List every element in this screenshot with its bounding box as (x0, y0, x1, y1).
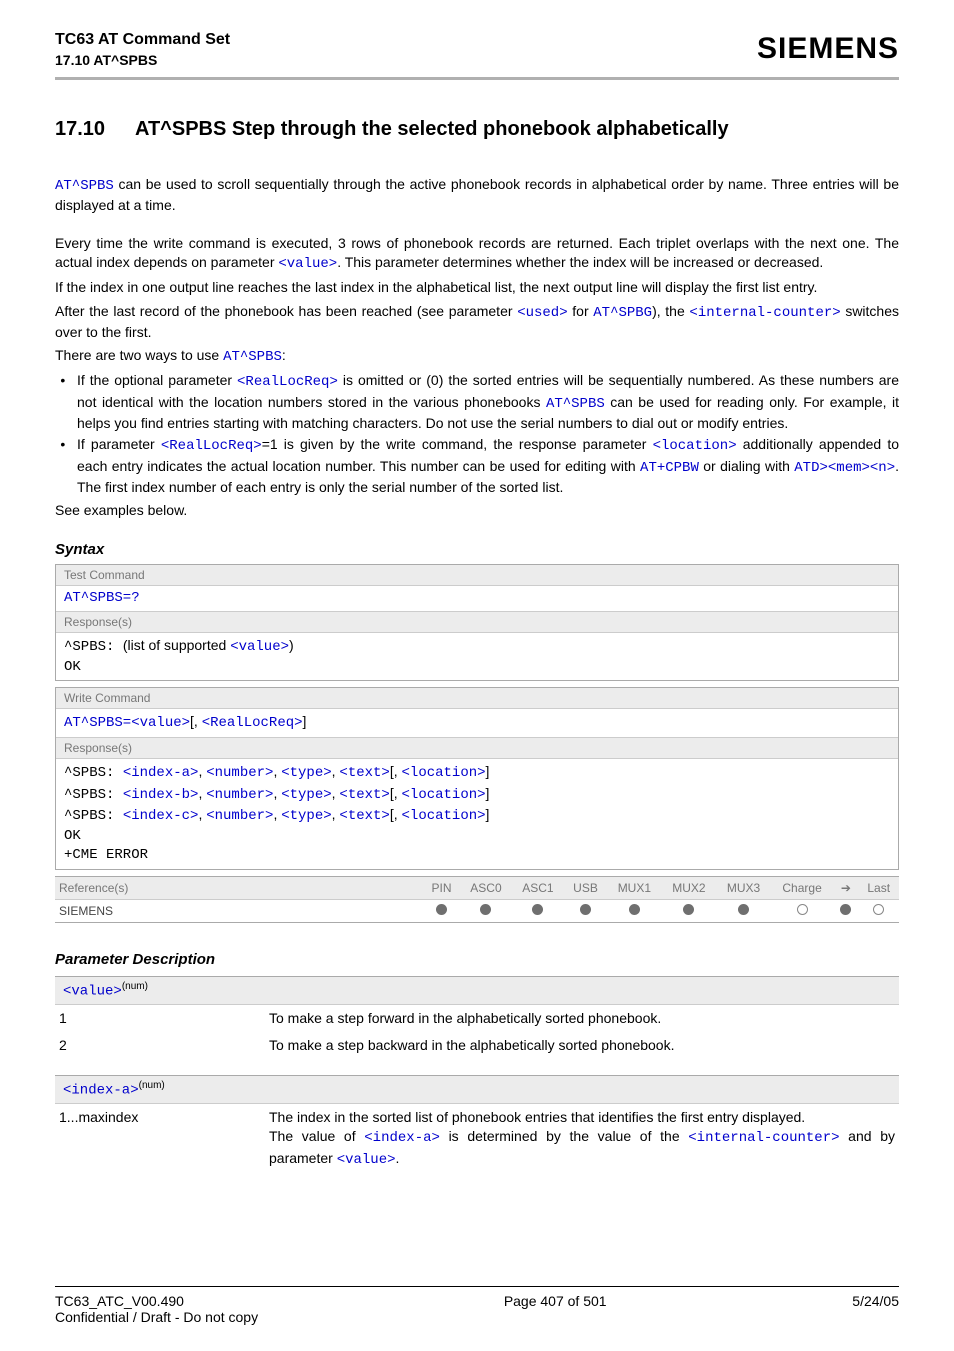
param-ref[interactable]: <value> (337, 1152, 396, 1168)
intro-p3: If the index in one output line reaches … (55, 278, 899, 297)
param-key: 1 (59, 1009, 269, 1028)
doc-title: TC63 AT Command Set (55, 30, 230, 51)
page-footer: TC63_ATC_V00.490 Confidential / Draft - … (55, 1286, 899, 1325)
dot-icon (840, 904, 851, 915)
list-item: If the optional parameter <RealLocReq> i… (77, 371, 899, 433)
col-mux3: MUX3 (716, 877, 771, 900)
param-desc: The index in the sorted list of phoneboo… (269, 1108, 895, 1170)
reference-table: Reference(s) PIN ASC0 ASC1 USB MUX1 MUX2… (55, 876, 899, 923)
doc-section-ref: 17.10 AT^SPBS (55, 51, 230, 69)
param-type: (num) (122, 981, 148, 992)
param-row: 1...maxindex The index in the sorted lis… (55, 1104, 899, 1174)
param-desc: To make a step backward in the alphabeti… (269, 1036, 895, 1055)
param-name[interactable]: <index-a> (63, 1083, 139, 1099)
list-item: If parameter <RealLocReq>=1 is given by … (77, 435, 899, 497)
intro-p2: Every time the write command is executed… (55, 234, 899, 275)
cmd-ref[interactable]: AT^SPBS (546, 396, 605, 412)
param-ref[interactable]: <used> (517, 305, 567, 321)
cmd-ref[interactable]: AT^SPBG (593, 305, 652, 321)
intro-p4: After the last record of the phonebook h… (55, 302, 899, 343)
dot-icon (480, 904, 491, 915)
param-key: 1...maxindex (59, 1108, 269, 1170)
col-mux1: MUX1 (607, 877, 662, 900)
dot-icon (580, 904, 591, 915)
col-last: Last (858, 877, 899, 900)
col-mux2: MUX2 (662, 877, 717, 900)
footer-right: 5/24/05 (852, 1293, 899, 1325)
test-response: ^SPBS: (list of supported <value>) OK (56, 632, 898, 680)
dot-empty-icon (873, 904, 884, 915)
write-command: AT^SPBS=<value>[, <RealLocReq>] (56, 708, 898, 737)
param-row: 1 To make a step forward in the alphabet… (55, 1005, 899, 1032)
siemens-logo: SIEMENS (757, 32, 899, 66)
param-ref[interactable]: <location> (653, 438, 737, 454)
dot-icon (738, 904, 749, 915)
param-ref[interactable]: <value> (278, 256, 337, 272)
ref-value: SIEMENS (55, 900, 423, 923)
page: TC63 AT Command Set 17.10 AT^SPBS SIEMEN… (0, 0, 954, 1351)
block-label: Test Command (56, 565, 898, 585)
col-pin: PIN (423, 877, 460, 900)
param-indexa-header: <index-a>(num) (55, 1075, 899, 1104)
see-examples: See examples below. (55, 501, 899, 520)
header-left: TC63 AT Command Set 17.10 AT^SPBS (55, 30, 230, 69)
param-ref[interactable]: <internal-counter> (689, 305, 840, 321)
param-ref[interactable]: <RealLocReq> (237, 374, 338, 390)
footer-center: Page 407 of 501 (504, 1293, 607, 1325)
param-row: 2 To make a step backward in the alphabe… (55, 1032, 899, 1059)
cmd-ref[interactable]: ATD><mem><n> (794, 460, 895, 476)
col-arrow: ➔ (833, 877, 858, 900)
cmd-ref[interactable]: AT+CPBW (640, 460, 699, 476)
syntax-heading: Syntax (55, 541, 899, 558)
col-asc0: ASC0 (460, 877, 512, 900)
table-row: SIEMENS (55, 900, 899, 923)
param-type: (num) (139, 1080, 165, 1091)
param-ref[interactable]: <RealLocReq> (161, 438, 262, 454)
col-asc1: ASC1 (512, 877, 564, 900)
dot-icon (532, 904, 543, 915)
intro-p1: AT^SPBS can be used to scroll sequential… (55, 175, 899, 216)
footer-left: TC63_ATC_V00.490 Confidential / Draft - … (55, 1293, 258, 1325)
dot-icon (436, 904, 447, 915)
param-name[interactable]: <value> (63, 984, 122, 1000)
page-header: TC63 AT Command Set 17.10 AT^SPBS SIEMEN… (55, 30, 899, 80)
param-desc-heading: Parameter Description (55, 951, 899, 968)
param-key: 2 (59, 1036, 269, 1055)
section-number: 17.10 (55, 118, 135, 141)
test-command-block: Test Command AT^SPBS=? Response(s) ^SPBS… (55, 564, 899, 682)
dot-icon (629, 904, 640, 915)
cmd-ref[interactable]: AT^SPBS (55, 178, 114, 194)
test-command: AT^SPBS=? (56, 585, 898, 612)
intro-p5: There are two ways to use AT^SPBS: (55, 346, 899, 367)
response-label: Response(s) (56, 611, 898, 632)
cmd-ref[interactable]: AT^SPBS (223, 349, 282, 365)
bullet-list: If the optional parameter <RealLocReq> i… (55, 371, 899, 497)
param-ref[interactable]: <internal-counter> (688, 1130, 839, 1146)
param-value-header: <value>(num) (55, 976, 899, 1005)
ref-label: Reference(s) (55, 877, 423, 900)
dot-icon (683, 904, 694, 915)
col-charge: Charge (771, 877, 834, 900)
dot-empty-icon (797, 904, 808, 915)
write-response: ^SPBS: <index-a>, <number>, <type>, <tex… (56, 758, 898, 869)
col-usb: USB (564, 877, 607, 900)
response-label: Response(s) (56, 737, 898, 758)
param-desc: To make a step forward in the alphabetic… (269, 1009, 895, 1028)
param-ref[interactable]: <index-a> (364, 1130, 440, 1146)
write-command-block: Write Command AT^SPBS=<value>[, <RealLoc… (55, 687, 899, 870)
block-label: Write Command (56, 688, 898, 708)
section-title: AT^SPBS Step through the selected phoneb… (135, 118, 729, 140)
section-heading: 17.10AT^SPBS Step through the selected p… (55, 118, 899, 141)
